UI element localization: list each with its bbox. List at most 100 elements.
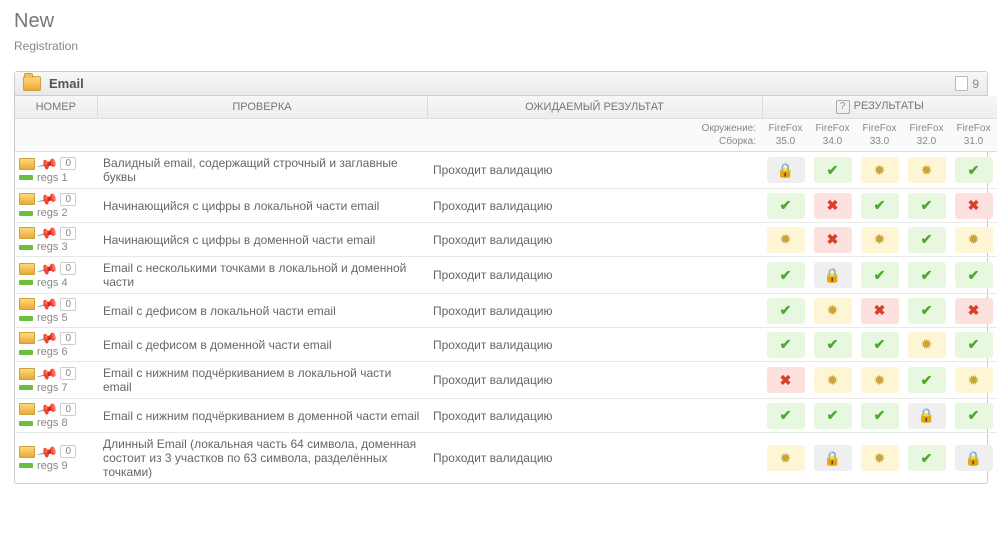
table-row[interactable]: 📌0regs 6Email с дефисом в доменной части…: [15, 328, 997, 362]
pin-count: 0: [60, 298, 76, 311]
result-cell[interactable]: ✖: [762, 362, 809, 399]
result-cell[interactable]: ✔: [903, 433, 950, 484]
result-cell[interactable]: ✖: [950, 294, 997, 328]
cross-icon: ✖: [968, 302, 980, 319]
row-id[interactable]: regs 6: [37, 346, 68, 358]
check-cell: Email с нижним подчёркиванием в локально…: [97, 362, 427, 399]
result-cell[interactable]: ✔: [809, 399, 856, 433]
result-cell[interactable]: ✹: [950, 362, 997, 399]
result-cell[interactable]: ✹: [950, 223, 997, 257]
col-header-check[interactable]: ПРОВЕРКА: [97, 96, 427, 119]
table-row[interactable]: 📌0regs 8Email с нижним подчёркиванием в …: [15, 399, 997, 433]
result-cell[interactable]: ✔: [903, 189, 950, 223]
breadcrumb[interactable]: Registration: [14, 39, 988, 53]
check-cell: Длинный Email (локальная часть 64 символ…: [97, 433, 427, 484]
lock-icon: 🔒: [824, 450, 841, 467]
result-cell[interactable]: ✖: [809, 223, 856, 257]
result-cell[interactable]: ✹: [903, 152, 950, 189]
result-cell[interactable]: ✹: [856, 362, 903, 399]
table-row[interactable]: 📌0regs 1Валидный email, содержащий строч…: [15, 152, 997, 189]
result-cell[interactable]: ✔: [903, 294, 950, 328]
result-cell[interactable]: ✹: [903, 328, 950, 362]
email-panel: Email 9 НОМЕР ПРОВЕРКА ОЖИДАЕМЫЙ РЕЗУЛЬТ…: [14, 71, 988, 484]
col-header-number[interactable]: НОМЕР: [15, 96, 97, 119]
check-icon: ✔: [780, 407, 792, 424]
result-cell[interactable]: 🔒: [809, 433, 856, 484]
bug-icon: ✹: [968, 231, 980, 248]
table-row[interactable]: 📌0regs 5Email с дефисом в локальной част…: [15, 294, 997, 328]
result-cell[interactable]: ✹: [856, 433, 903, 484]
col-header-expected[interactable]: ОЖИДАЕМЫЙ РЕЗУЛЬТАТ: [427, 96, 762, 119]
card-icon: [19, 263, 35, 275]
check-icon: ✔: [874, 407, 886, 424]
env-column-header[interactable]: FireFox31.0: [950, 119, 997, 152]
env-column-header[interactable]: FireFox34.0: [809, 119, 856, 152]
result-cell[interactable]: ✹: [856, 152, 903, 189]
check-icon: ✔: [874, 336, 886, 353]
result-cell[interactable]: 🔒: [950, 433, 997, 484]
expected-cell: Проходит валидацию: [427, 152, 762, 189]
result-cell[interactable]: ✔: [950, 152, 997, 189]
check-icon: ✔: [874, 267, 886, 284]
status-bar-icon: [19, 385, 33, 390]
row-id[interactable]: regs 3: [37, 241, 68, 253]
table-row[interactable]: 📌0regs 4Email с несколькими точками в ло…: [15, 257, 997, 294]
result-cell[interactable]: ✹: [762, 433, 809, 484]
result-cell[interactable]: ✔: [809, 152, 856, 189]
card-icon: [19, 446, 35, 458]
check-icon: ✔: [874, 197, 886, 214]
row-id[interactable]: regs 2: [37, 207, 68, 219]
result-cell[interactable]: ✔: [903, 362, 950, 399]
result-cell[interactable]: ✔: [856, 328, 903, 362]
result-cell[interactable]: ✖: [950, 189, 997, 223]
status-bar-icon: [19, 316, 33, 321]
result-cell[interactable]: ✔: [903, 257, 950, 294]
result-cell[interactable]: ✔: [856, 189, 903, 223]
result-cell[interactable]: ✔: [762, 328, 809, 362]
check-icon: ✔: [780, 336, 792, 353]
result-cell[interactable]: ✔: [809, 328, 856, 362]
card-icon: [19, 368, 35, 380]
check-icon: ✔: [968, 162, 980, 179]
result-cell[interactable]: ✖: [809, 189, 856, 223]
table-row[interactable]: 📌0regs 2Начинающийся с цифры в локальной…: [15, 189, 997, 223]
result-cell[interactable]: 🔒: [809, 257, 856, 294]
result-cell[interactable]: ✔: [856, 399, 903, 433]
result-cell[interactable]: 🔒: [762, 152, 809, 189]
col-header-results[interactable]: ?РЕЗУЛЬТАТЫ: [762, 96, 997, 119]
result-cell[interactable]: ✔: [903, 223, 950, 257]
card-icon: [19, 227, 35, 239]
card-icon: [19, 298, 35, 310]
row-id[interactable]: regs 5: [37, 312, 68, 324]
table-row[interactable]: 📌0regs 7Email с нижним подчёркиванием в …: [15, 362, 997, 399]
result-cell[interactable]: ✔: [950, 399, 997, 433]
env-column-header[interactable]: FireFox33.0: [856, 119, 903, 152]
table-row[interactable]: 📌0regs 3Начинающийся с цифры в доменной …: [15, 223, 997, 257]
result-cell[interactable]: ✔: [856, 257, 903, 294]
result-cell[interactable]: ✔: [762, 399, 809, 433]
table-row[interactable]: 📌0regs 9Длинный Email (локальная часть 6…: [15, 433, 997, 484]
result-cell[interactable]: ✹: [856, 223, 903, 257]
panel-header[interactable]: Email 9: [15, 72, 987, 96]
bug-icon: ✹: [874, 372, 886, 389]
env-column-header[interactable]: FireFox35.0: [762, 119, 809, 152]
pin-count: 0: [60, 445, 76, 458]
result-cell[interactable]: ✔: [762, 294, 809, 328]
env-column-header[interactable]: FireFox32.0: [903, 119, 950, 152]
result-cell[interactable]: ✹: [762, 223, 809, 257]
expected-cell: Проходит валидацию: [427, 294, 762, 328]
result-cell[interactable]: ✔: [950, 328, 997, 362]
cross-icon: ✖: [780, 372, 792, 389]
result-cell[interactable]: ✔: [762, 189, 809, 223]
result-cell[interactable]: ✔: [762, 257, 809, 294]
row-id[interactable]: regs 8: [37, 417, 68, 429]
expected-cell: Проходит валидацию: [427, 399, 762, 433]
result-cell[interactable]: ✖: [856, 294, 903, 328]
result-cell[interactable]: ✔: [950, 257, 997, 294]
expected-cell: Проходит валидацию: [427, 328, 762, 362]
result-cell[interactable]: ✹: [809, 294, 856, 328]
help-icon[interactable]: ?: [836, 100, 850, 114]
result-cell[interactable]: 🔒: [903, 399, 950, 433]
result-cell[interactable]: ✹: [809, 362, 856, 399]
pin-count: 0: [60, 157, 76, 170]
